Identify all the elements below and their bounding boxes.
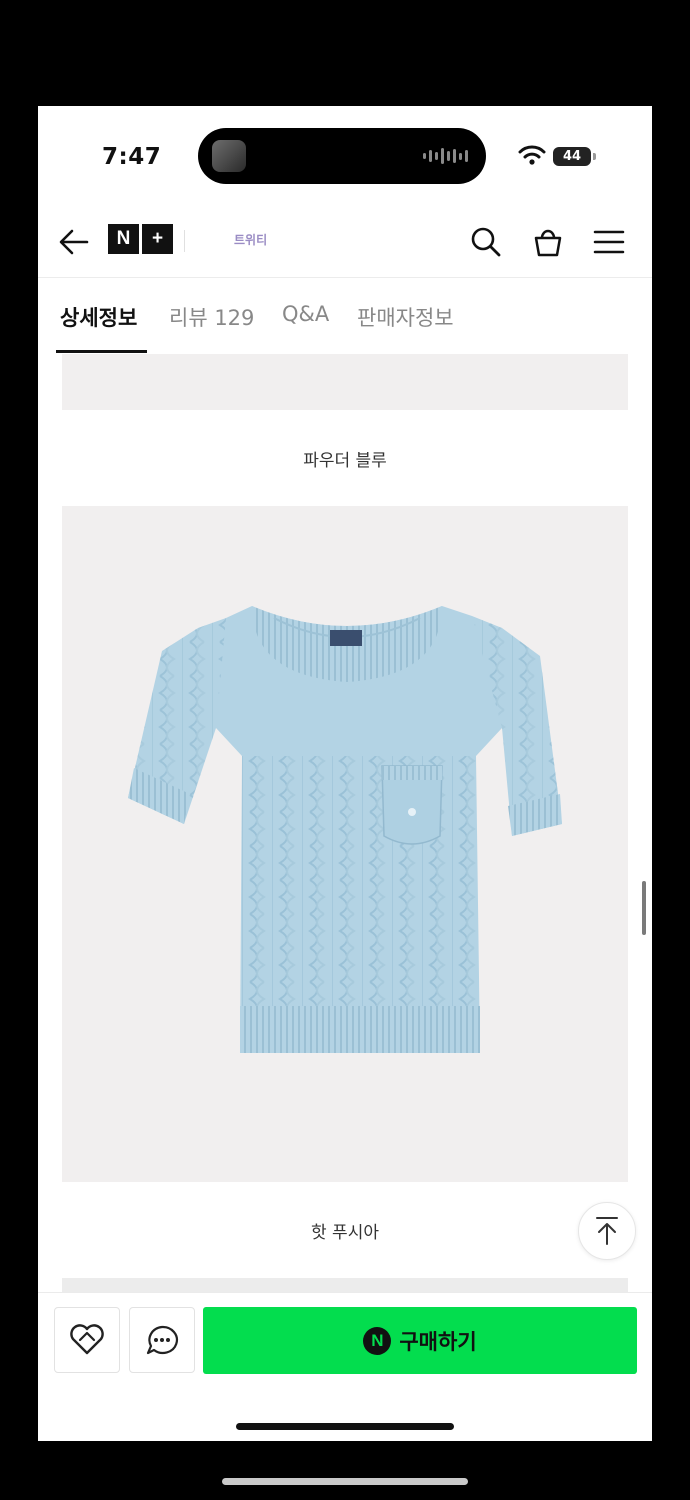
color-caption-powder-blue: 파우더 블루 <box>303 451 387 471</box>
product-image[interactable] <box>62 506 628 1182</box>
like-button[interactable] <box>54 1307 120 1373</box>
product-image-next <box>62 1278 628 1292</box>
bottom-action-bar: N 구매하기 <box>38 1292 652 1441</box>
now-playing-thumbnail <box>212 140 246 172</box>
tab-detail-info[interactable]: 상세정보 <box>60 302 137 332</box>
shopping-bag-icon <box>534 229 562 257</box>
heart-icon <box>70 1324 104 1355</box>
active-tab-underline <box>56 350 147 353</box>
status-time: 7:47 <box>102 144 162 170</box>
outer-home-indicator <box>222 1478 468 1485</box>
buy-button-label: 구매하기 <box>399 1329 477 1354</box>
menu-button[interactable] <box>589 222 629 262</box>
chat-bubble-icon <box>146 1325 178 1355</box>
brand-name[interactable]: 트위티 <box>234 231 267 248</box>
color-caption-hot-fuchsia: 핫 푸시아 <box>311 1223 379 1243</box>
product-detail-content: 파우더 블루 핫 푸시아 <box>38 354 652 1292</box>
naver-plus-logo[interactable]: N + <box>108 224 173 254</box>
buy-button[interactable]: N 구매하기 <box>203 1307 637 1374</box>
search-button[interactable] <box>466 222 506 262</box>
phone-screen: 7:47 44 N + 트위티 상세정보 리뷰 129 Q&A 판매자정보 파우… <box>38 106 652 1441</box>
audio-waveform-icon <box>423 146 468 166</box>
arrow-left-icon <box>59 229 89 255</box>
top-header: N + <box>38 206 652 278</box>
back-button[interactable] <box>54 222 94 262</box>
tab-reviews[interactable]: 리뷰 129 <box>169 302 254 332</box>
sweater-image <box>128 606 562 1053</box>
battery-tip <box>593 153 596 160</box>
hamburger-menu-icon <box>593 230 625 254</box>
search-icon <box>471 227 501 257</box>
chat-button[interactable] <box>129 1307 195 1373</box>
cart-button[interactable] <box>528 222 568 262</box>
detail-tabs: 상세정보 리뷰 129 Q&A 판매자정보 <box>38 278 652 354</box>
header-divider <box>184 230 185 252</box>
arrow-up-icon <box>596 1217 618 1245</box>
tab-seller-info[interactable]: 판매자정보 <box>357 302 454 332</box>
tab-qna[interactable]: Q&A <box>282 302 329 326</box>
logo-n: N <box>108 224 139 254</box>
product-image-prev <box>62 354 628 410</box>
dynamic-island <box>198 128 486 184</box>
logo-plus: + <box>142 224 173 254</box>
wifi-icon <box>518 145 546 165</box>
home-indicator[interactable] <box>236 1423 454 1430</box>
scroll-indicator[interactable] <box>642 881 646 935</box>
scroll-to-top-button[interactable] <box>578 1202 636 1260</box>
battery-indicator: 44 <box>553 147 591 166</box>
naver-pay-icon: N <box>363 1326 392 1355</box>
